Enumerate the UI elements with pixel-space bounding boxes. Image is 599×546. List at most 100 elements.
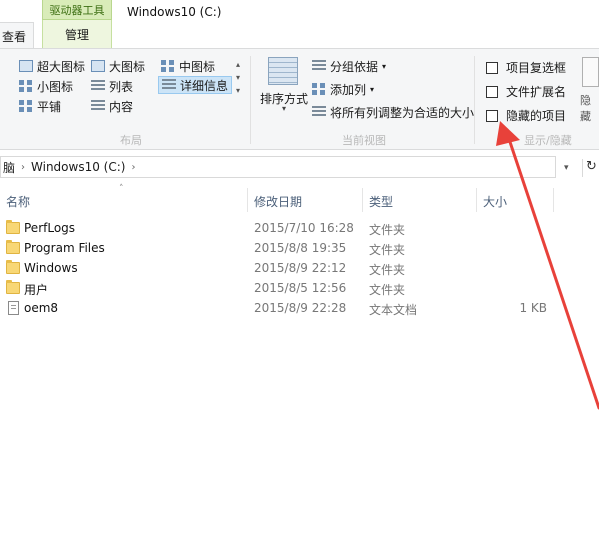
layout-item-label: 超大图标 xyxy=(37,59,86,74)
file-name: oem8 xyxy=(24,301,59,315)
fit-columns-button[interactable]: 将所有列调整为合适的大小 xyxy=(312,103,474,121)
hidden-items-toggle[interactable]: 隐藏的项目 xyxy=(486,107,566,124)
column-divider[interactable] xyxy=(247,188,248,212)
column-divider[interactable] xyxy=(553,188,554,212)
layout-item-label: 大图标 xyxy=(109,59,146,74)
layout-item-label: 详细信息 xyxy=(180,78,229,93)
layout-item-label: 列表 xyxy=(109,79,134,94)
hidden-items-label: 隐藏的项目 xyxy=(506,109,567,123)
file-extensions-checkbox[interactable] xyxy=(486,85,498,98)
layout-medium-icons[interactable]: 中图标 xyxy=(161,57,215,75)
layout-small-icons[interactable]: 小图标 xyxy=(19,77,73,95)
group-by-button[interactable]: 分组依据 ▾ xyxy=(312,57,386,75)
file-type: 文件夹 xyxy=(369,283,406,297)
fit-columns-icon xyxy=(312,106,326,118)
layout-item-label: 内容 xyxy=(109,99,134,114)
sort-by-dropdown-icon[interactable]: ▾ xyxy=(282,104,286,113)
column-header-type[interactable]: 类型 xyxy=(369,193,393,210)
chevron-right-icon[interactable]: › xyxy=(21,162,25,173)
fit-columns-label: 将所有列调整为合适的大小 xyxy=(330,105,475,120)
item-checkboxes-toggle[interactable]: 项目复选框 xyxy=(486,59,566,76)
file-extensions-label: 文件扩展名 xyxy=(506,85,567,99)
show-hide-group-label: 显示/隐藏 xyxy=(524,134,572,147)
layout-gallery-scroll[interactable]: ▴ ▾ ▾ xyxy=(232,58,244,110)
ribbon-divider xyxy=(250,56,251,144)
hidden-items-checkbox[interactable] xyxy=(486,109,498,122)
tab-manage[interactable]: 管理 xyxy=(42,20,112,48)
column-header-date[interactable]: 修改日期 xyxy=(254,193,302,210)
chevron-down-icon: ▾ xyxy=(370,84,375,94)
layout-content[interactable]: 内容 xyxy=(91,97,133,115)
add-column-icon xyxy=(312,83,326,95)
ribbon-divider xyxy=(474,56,475,144)
extra-large-icons-icon xyxy=(19,60,33,72)
folder-icon xyxy=(6,240,20,254)
layout-list[interactable]: 列表 xyxy=(91,77,133,95)
add-column-label: 添加列 xyxy=(330,82,367,97)
address-history-dropdown-icon[interactable]: ▾ xyxy=(564,163,569,173)
small-icons-icon xyxy=(19,80,33,92)
medium-icons-icon xyxy=(161,60,175,72)
column-header-name[interactable]: 名称 xyxy=(6,193,30,210)
hide-selected-button[interactable]: 隐藏 xyxy=(580,92,599,124)
layout-large-icons[interactable]: 大图标 xyxy=(91,57,145,75)
breadcrumb-drive[interactable]: Windows10 (C:) xyxy=(31,160,125,174)
file-extensions-toggle[interactable]: 文件扩展名 xyxy=(486,83,566,100)
title-bar: 驱动器工具 管理 Windows10 (C:) 查看 xyxy=(0,0,599,49)
layout-extra-large-icons[interactable]: 超大图标 xyxy=(19,57,85,75)
column-header-size[interactable]: 大小 xyxy=(483,193,507,210)
file-row[interactable]: PerfLogs 2015/7/10 16:28 文件夹 xyxy=(0,219,599,239)
file-date: 2015/8/8 19:35 xyxy=(254,241,347,255)
file-name: PerfLogs xyxy=(24,221,76,235)
content-icon xyxy=(91,100,105,112)
chevron-right-icon[interactable]: › xyxy=(131,162,135,173)
file-row[interactable]: 用户 2015/8/5 12:56 文件夹 xyxy=(0,279,599,299)
sort-by-icon[interactable] xyxy=(268,57,298,85)
address-bar[interactable]: 脑 › Windows10 (C:) › xyxy=(0,156,556,178)
folder-icon xyxy=(6,260,20,274)
file-type: 文件夹 xyxy=(369,223,406,237)
file-name: Program Files xyxy=(24,241,105,255)
window-title: Windows10 (C:) xyxy=(127,5,222,19)
file-row[interactable]: oem8 2015/8/9 22:28 文本文档 1 KB xyxy=(0,299,599,319)
item-checkboxes-checkbox[interactable] xyxy=(486,61,498,74)
file-date: 2015/8/5 12:56 xyxy=(254,281,347,295)
group-by-icon xyxy=(312,60,326,72)
refresh-icon[interactable]: ↻ xyxy=(582,159,599,177)
breadcrumb-this-pc[interactable]: 脑 xyxy=(3,159,15,176)
file-row[interactable]: Program Files 2015/8/8 19:35 文件夹 xyxy=(0,239,599,259)
file-name: 用户 xyxy=(24,283,49,297)
drive-tools-group-header: 驱动器工具 xyxy=(42,0,112,20)
layout-details[interactable]: 详细信息 xyxy=(158,76,233,94)
file-row[interactable]: Windows 2015/8/9 22:12 文件夹 xyxy=(0,259,599,279)
file-type: 文件夹 xyxy=(369,243,406,257)
address-row: 脑 › Windows10 (C:) › ▾ ↻ xyxy=(0,154,599,182)
tab-view-label: 查看 xyxy=(2,30,27,44)
folder-icon xyxy=(6,220,20,234)
text-file-icon xyxy=(8,301,19,315)
large-icons-icon xyxy=(91,60,105,72)
file-date: 2015/7/10 16:28 xyxy=(254,221,354,235)
details-icon xyxy=(162,79,176,91)
layout-item-label: 平铺 xyxy=(37,99,62,114)
tiles-icon xyxy=(19,100,33,112)
folder-icon xyxy=(6,280,20,294)
file-type: 文件夹 xyxy=(369,263,406,277)
file-date: 2015/8/9 22:28 xyxy=(254,301,347,315)
column-divider[interactable] xyxy=(476,188,477,212)
list-icon xyxy=(91,80,105,92)
layout-item-label: 小图标 xyxy=(37,79,74,94)
drive-tools-label: 驱动器工具 xyxy=(49,4,105,17)
item-checkboxes-label: 项目复选框 xyxy=(506,61,567,75)
file-type: 文本文档 xyxy=(369,303,418,317)
current-view-group-label: 当前视图 xyxy=(342,134,386,147)
chevron-down-icon: ▾ xyxy=(382,61,387,71)
tab-view[interactable]: 查看 xyxy=(0,22,34,49)
group-by-label: 分组依据 xyxy=(330,59,379,74)
column-divider[interactable] xyxy=(362,188,363,212)
file-date: 2015/8/9 22:12 xyxy=(254,261,347,275)
layout-group-label: 布局 xyxy=(120,134,142,147)
layout-tiles[interactable]: 平铺 xyxy=(19,97,61,115)
hide-selected-icon[interactable] xyxy=(582,57,599,87)
add-column-button[interactable]: 添加列 ▾ xyxy=(312,80,374,98)
